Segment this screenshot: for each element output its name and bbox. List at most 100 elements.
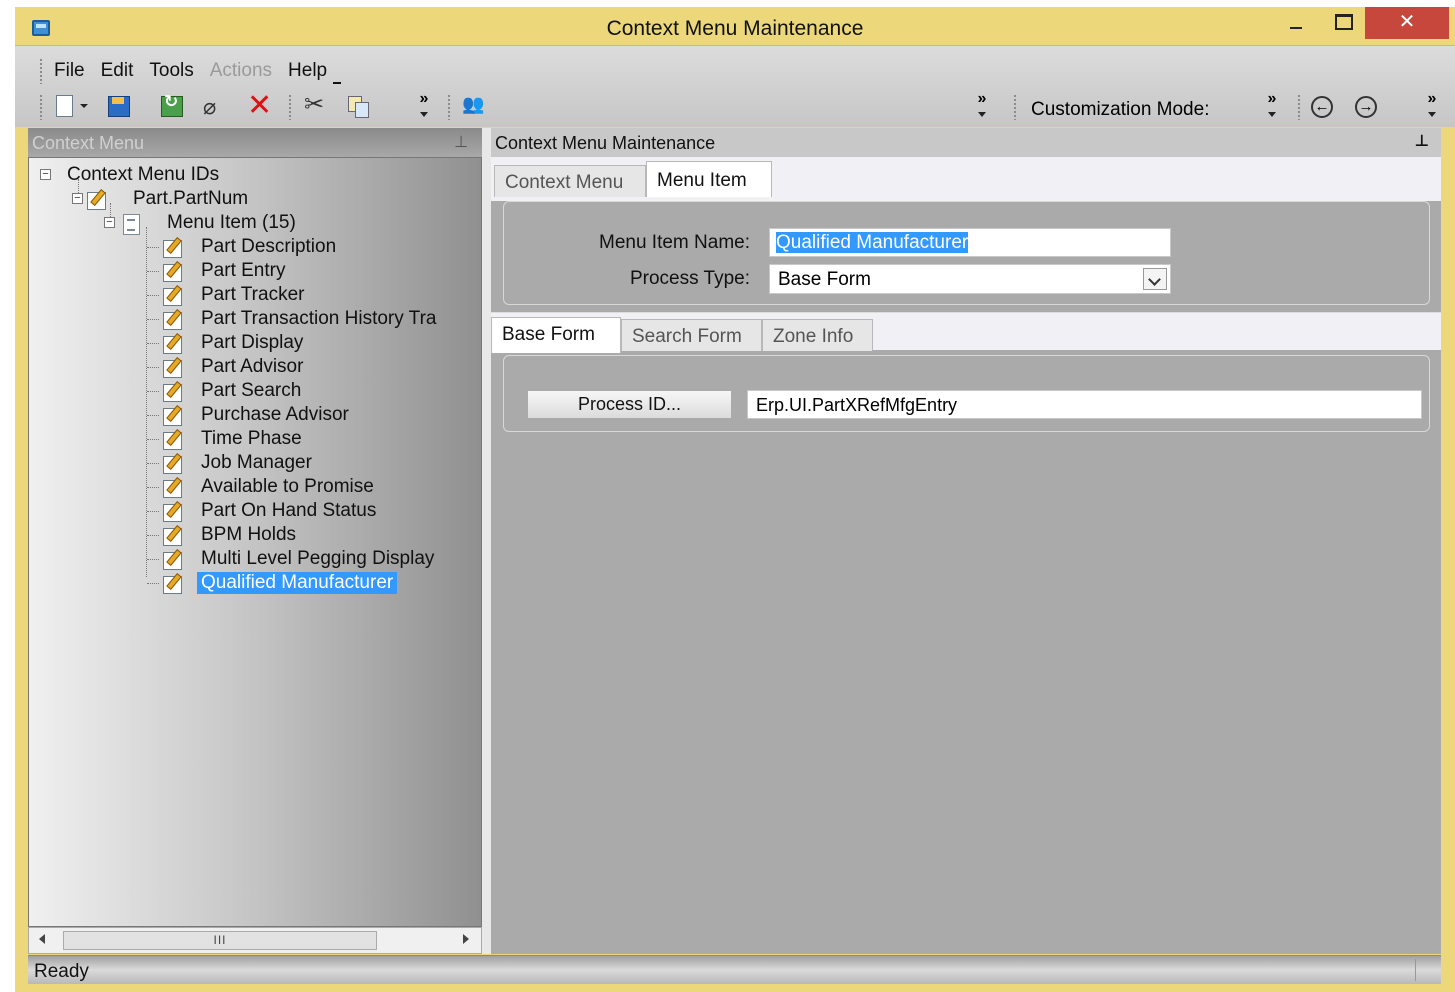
tab-search-form[interactable]: Search Form [621, 319, 762, 351]
scroll-right-icon[interactable] [463, 934, 469, 944]
edit-icon [163, 429, 183, 450]
tab-base-form[interactable]: Base Form [491, 317, 621, 353]
process-type-select[interactable]: Base Form [769, 264, 1171, 294]
tree-node-label: Part On Hand Status [201, 500, 377, 521]
save-icon[interactable] [107, 94, 130, 118]
pane-splitter[interactable] [482, 128, 491, 954]
toolbar-grip[interactable] [39, 94, 43, 120]
edit-icon [163, 285, 183, 306]
menu-edit[interactable]: Edit [100, 60, 142, 84]
tab-menu-item[interactable]: Menu Item [646, 161, 772, 197]
tree-node-menu-item[interactable]: Time Phase [147, 428, 481, 452]
process-tabs: Base Form Search Form Zone Info [491, 312, 1441, 353]
menu-overflow-icon[interactable] [333, 82, 342, 84]
tree-node-menu-item[interactable]: Part Display [147, 332, 481, 356]
tree-node-menu-item[interactable]: Part Search [147, 380, 481, 404]
tree-node-context-id[interactable]: − Part.PartNum [69, 188, 449, 212]
tree-connector [147, 391, 159, 392]
scroll-left-icon[interactable] [39, 934, 45, 944]
pin-icon[interactable]: ⊥ [1414, 131, 1429, 151]
horizontal-scrollbar[interactable]: III [28, 927, 482, 954]
menu-tools[interactable]: Tools [148, 60, 201, 84]
edit-icon [163, 309, 183, 330]
tree-node-menu-item[interactable]: Multi Level Pegging Display [147, 548, 481, 572]
tree-node-label: Part Transaction History Tra [201, 308, 437, 329]
menu-file[interactable]: File [53, 60, 93, 84]
toolbar-overflow-icon-2[interactable]: » [975, 91, 989, 117]
scroll-thumb[interactable]: III [63, 931, 377, 950]
tree-node-menu-item[interactable]: Part Transaction History Tra [147, 308, 481, 332]
toolbar-overflow-icon-4[interactable]: » [1425, 91, 1439, 117]
tree-node-label: Purchase Advisor [201, 404, 349, 425]
collapse-icon[interactable]: − [104, 217, 115, 228]
collapse-icon[interactable]: − [40, 169, 51, 180]
tree-connector [147, 511, 159, 512]
pane-header: Context Menu Maintenance ⊥ [491, 128, 1441, 157]
tree-node-menu-item[interactable]: BPM Holds [147, 524, 481, 548]
tab-zone-info[interactable]: Zone Info [762, 319, 873, 351]
pin-icon[interactable]: ⊥ [454, 132, 468, 152]
edit-icon [163, 453, 183, 474]
tree-node-menu-item[interactable]: Part Entry [147, 260, 481, 284]
resize-grip[interactable] [1415, 959, 1437, 981]
process-id-input[interactable]: Erp.UI.PartXRefMfgEntry [747, 390, 1422, 419]
find-icon[interactable]: 👥 [462, 94, 484, 118]
tree-node-menu-item[interactable]: Job Manager [147, 452, 481, 476]
tree-node-root[interactable]: − Context Menu IDs [37, 164, 457, 188]
menu-help[interactable]: Help [287, 60, 349, 84]
copy-icon[interactable] [347, 94, 369, 118]
tree-node-label: Qualified Manufacturer [197, 572, 398, 594]
tree-node-menu-item-group[interactable]: − Menu Item (15) [101, 212, 461, 236]
context-menu-tree[interactable]: Part Description Part Entry Part Tracker Pa… [28, 157, 482, 927]
toolbar-grip-2[interactable] [447, 94, 451, 120]
process-id-button[interactable]: Process ID... [527, 390, 732, 419]
menu-actions[interactable]: Actions [209, 60, 280, 84]
toolbar-overflow-icon-3[interactable]: » [1265, 91, 1279, 117]
edit-icon [163, 573, 183, 594]
menu-help-label: Help [288, 60, 328, 81]
tree-node-menu-item[interactable]: Available to Promise [147, 476, 481, 500]
refresh-icon[interactable] [160, 92, 183, 118]
tree-node-menu-item[interactable]: Part Description [147, 236, 481, 260]
context-menu-pane: Context Menu ⊥ Part Description Part Entr… [28, 128, 482, 954]
tree-node-label: Multi Level Pegging Display [201, 548, 435, 569]
tree-node-menu-item[interactable]: Part On Hand Status [147, 500, 481, 524]
tab-context-menu[interactable]: Context Menu [494, 165, 646, 197]
toolbar-grip-3[interactable] [1013, 94, 1017, 120]
minimize-button[interactable] [1279, 7, 1313, 39]
forward-icon[interactable]: → [1355, 96, 1377, 118]
new-icon[interactable] [53, 94, 75, 118]
tree-node-label: Time Phase [201, 428, 302, 449]
close-button[interactable]: ✕ [1365, 7, 1449, 39]
delete-icon[interactable]: ✕ [247, 91, 272, 121]
edit-icon [163, 237, 183, 258]
tree-connector [147, 343, 159, 344]
edit-icon [163, 405, 183, 426]
tree-node-menu-item[interactable]: Part Tracker [147, 284, 481, 308]
maximize-button[interactable] [1325, 7, 1359, 39]
menubar-grip[interactable] [39, 58, 43, 84]
eraser-icon[interactable]: ⌀ [203, 94, 225, 119]
back-icon[interactable]: ← [1311, 96, 1333, 118]
collapse-icon[interactable]: − [72, 193, 83, 204]
tree-connector [147, 463, 159, 464]
tree-connector [147, 295, 159, 296]
menu-item-name-input[interactable]: Qualified Manufacturer [769, 228, 1171, 257]
tree-node-label: Part Entry [201, 260, 286, 281]
toolbar-grip-4[interactable] [1297, 94, 1301, 120]
tree-node-menu-item[interactable]: Purchase Advisor [147, 404, 481, 428]
tree-node-menu-item[interactable]: Qualified Manufacturer [147, 572, 481, 596]
cut-icon[interactable]: ✂ [304, 93, 326, 118]
list-icon [121, 213, 141, 235]
tree-node-menu-item[interactable]: Part Advisor [147, 356, 481, 380]
base-form-panel: Process ID... Erp.UI.PartXRefMfgEntry [503, 355, 1430, 432]
process-type-label: Process Type: [629, 268, 750, 289]
tree-connector [147, 247, 159, 248]
tree-node-label: Context Menu IDs [67, 164, 220, 185]
chevron-down-icon[interactable] [1143, 268, 1167, 290]
new-dropdown-icon[interactable] [79, 94, 89, 118]
toolbar-overflow-icon[interactable]: » [417, 91, 431, 117]
tree-connector [147, 271, 159, 272]
edit-icon [163, 333, 183, 354]
edit-icon [163, 525, 183, 546]
